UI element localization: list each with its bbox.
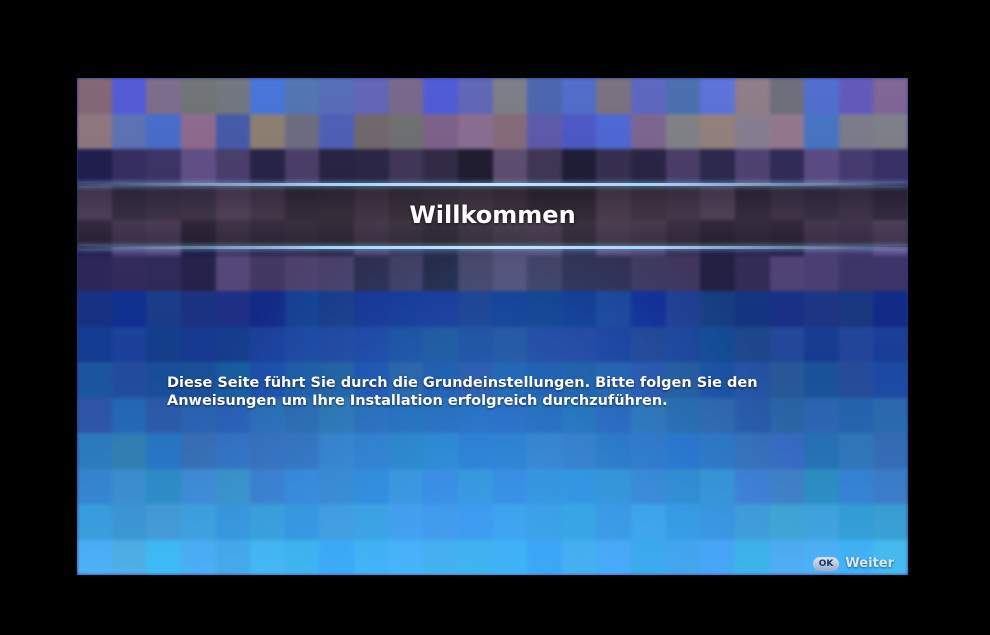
setup-screen: Willkommen Diese Seite führt Sie durch d… <box>77 78 908 575</box>
intro-text-line-1: Diese Seite führt Sie durch die Grundein… <box>167 375 758 391</box>
intro-text-line-2: Anweisungen um Ihre Installation erfolgr… <box>167 393 668 409</box>
intro-text: Diese Seite führt Sie durch die Grundein… <box>167 374 807 410</box>
title-divider-bottom <box>77 246 908 249</box>
title-divider-top <box>77 183 908 186</box>
pixelated-background <box>77 78 908 575</box>
ok-key-icon: OK <box>812 556 840 571</box>
next-label: Weiter <box>845 556 894 571</box>
next-button[interactable]: OK Weiter <box>812 556 894 571</box>
tv-frame: Willkommen Diese Seite führt Sie durch d… <box>0 0 990 635</box>
page-title: Willkommen <box>409 201 576 229</box>
